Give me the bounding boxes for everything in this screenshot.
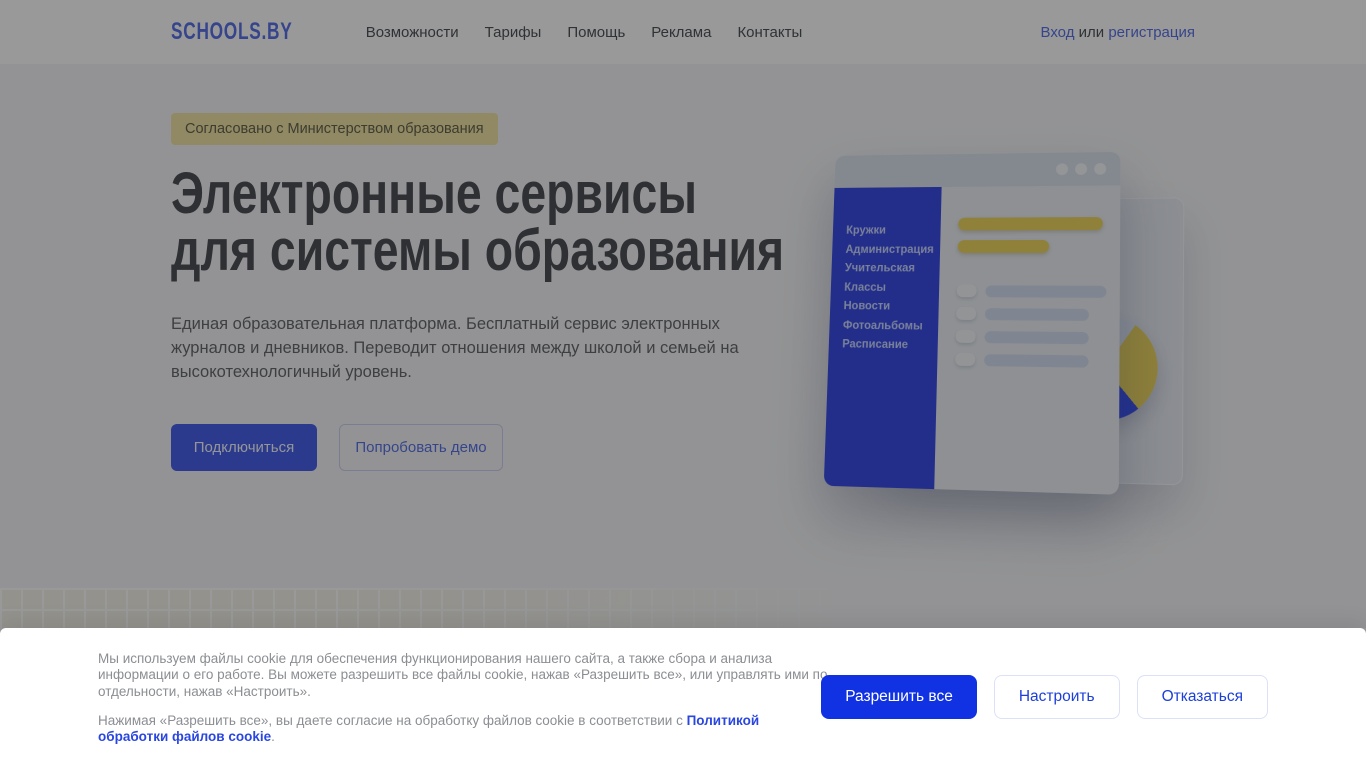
- cookie-banner: Мы используем файлы cookie для обеспечен…: [0, 628, 1366, 768]
- page: SCHOOLS.BY Возможности Тарифы Помощь Рек…: [0, 0, 1366, 768]
- cookie-buttons: Разрешить все Настроить Отказаться: [821, 675, 1268, 719]
- decline-cookies-button[interactable]: Отказаться: [1136, 675, 1268, 719]
- cookie-paragraph-2-text: Нажимая «Разрешить все», вы даете соглас…: [98, 712, 687, 728]
- cookie-paragraph-1: Мы используем файлы cookie для обеспечен…: [98, 651, 828, 699]
- cookie-paragraph-2-period: .: [271, 729, 275, 745]
- cookie-text: Мы используем файлы cookie для обеспечен…: [98, 651, 833, 745]
- configure-cookies-button[interactable]: Настроить: [993, 675, 1120, 719]
- cookie-paragraph-2: Нажимая «Разрешить все», вы даете соглас…: [98, 713, 833, 746]
- allow-all-cookies-button[interactable]: Разрешить все: [821, 675, 977, 719]
